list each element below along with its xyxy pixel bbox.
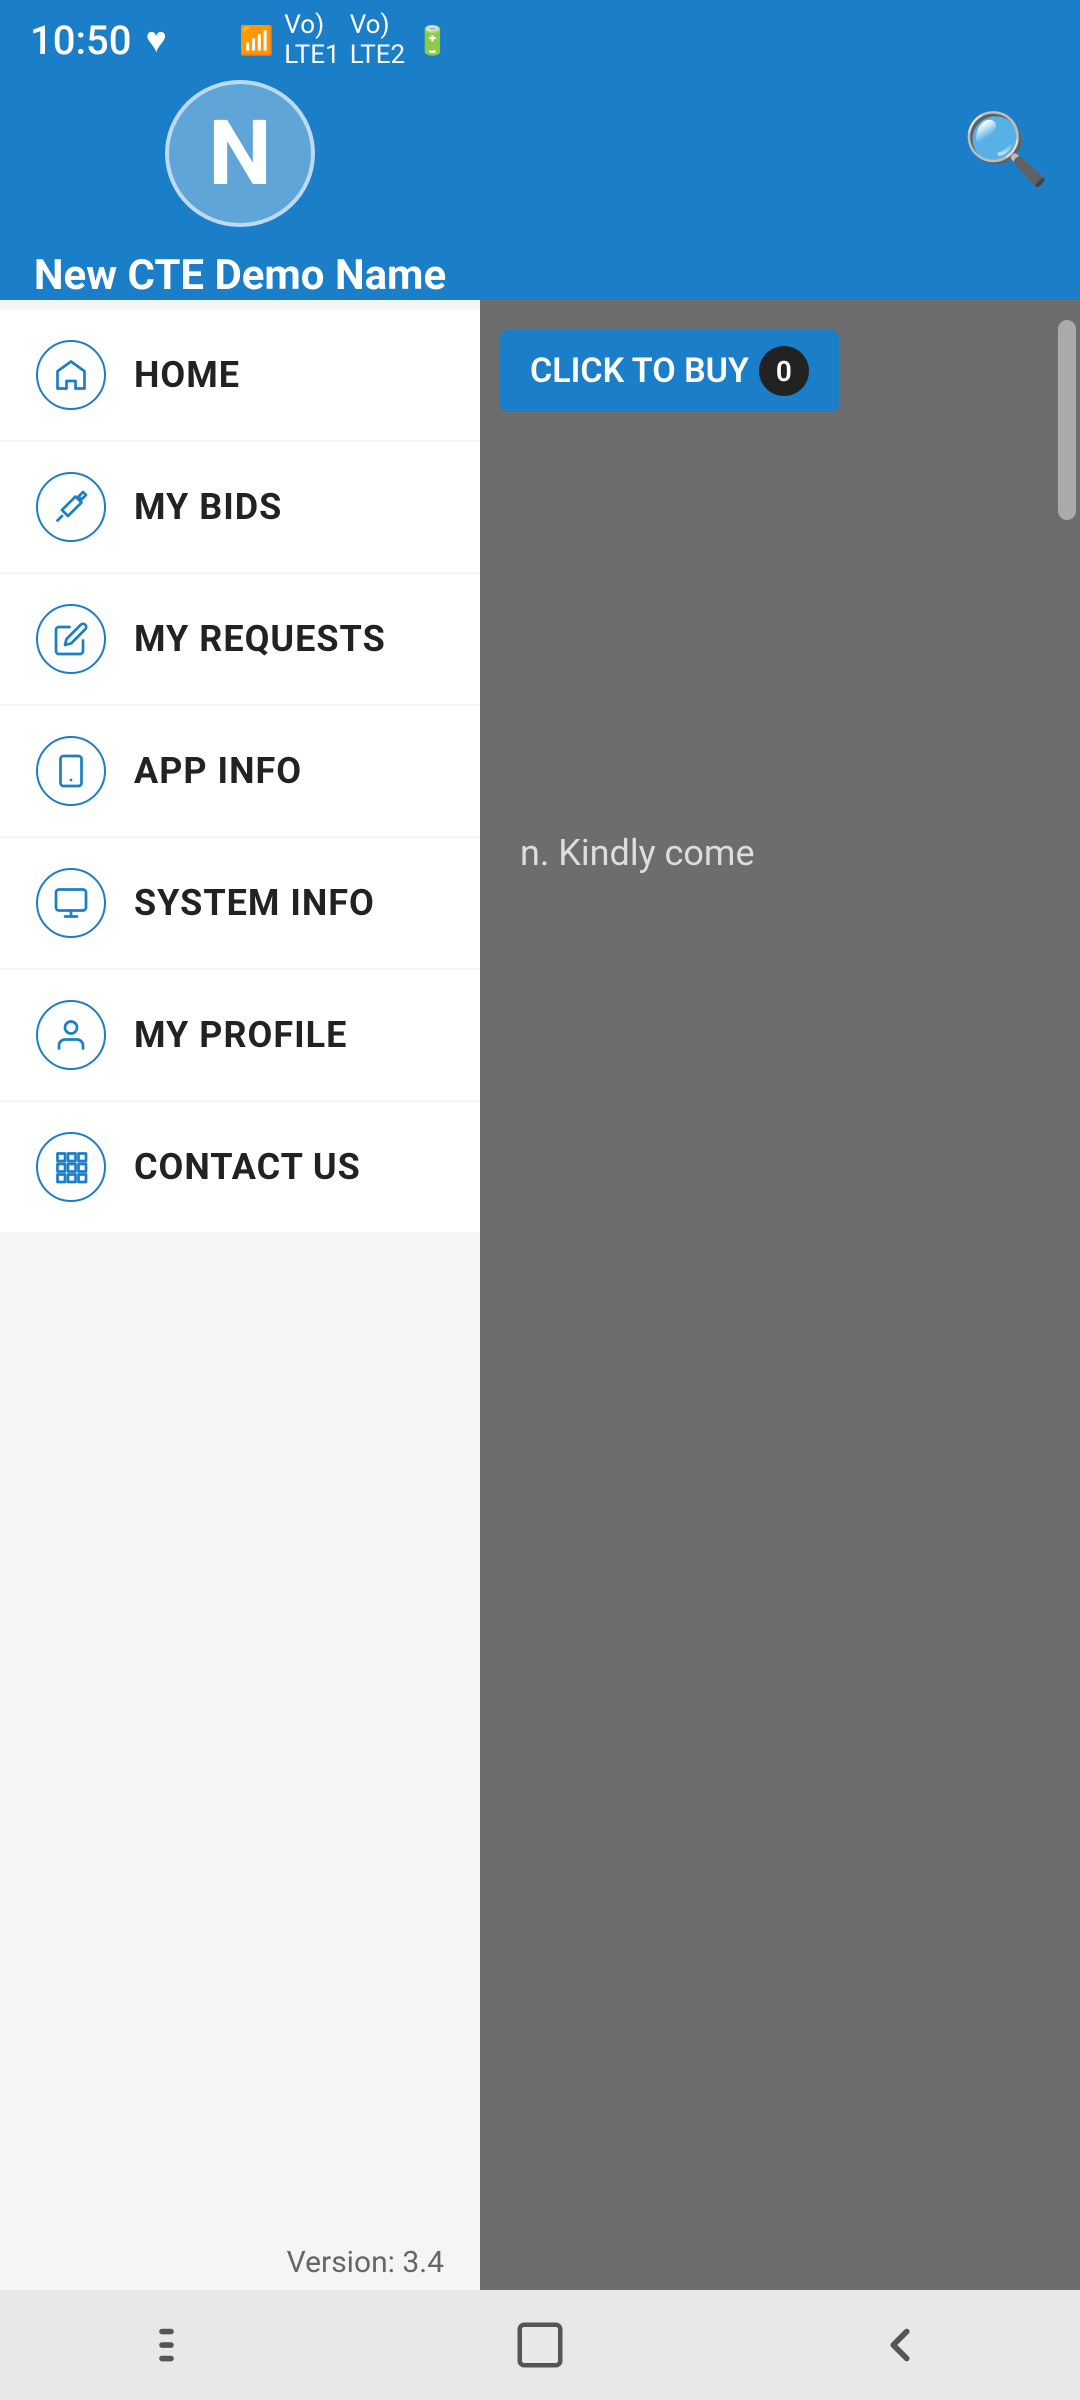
sidebar-item-my-profile[interactable]: MY PROFILE	[0, 970, 480, 1100]
grid-icon	[53, 1149, 89, 1185]
cart-badge: 0	[759, 346, 809, 396]
hammer-icon	[53, 489, 89, 525]
user-name: New CTE Demo Name	[34, 251, 446, 300]
contact-icon-circle	[36, 1132, 106, 1202]
menu-button[interactable]	[140, 2305, 220, 2385]
home-button[interactable]	[500, 2305, 580, 2385]
avatar: N	[165, 80, 315, 227]
sidebar-item-my-bids-label: MY BIDS	[134, 486, 282, 528]
sidebar-item-my-profile-label: MY PROFILE	[134, 1014, 347, 1056]
sidebar-item-contact-us-label: CONTACT US	[134, 1146, 361, 1188]
status-time: 10:50	[30, 17, 131, 64]
sidebar-item-app-info[interactable]: APP INFO	[0, 706, 480, 836]
version-text: Version: 3.4	[0, 2225, 480, 2300]
wifi-icon: 📶	[239, 24, 274, 57]
app-info-icon-circle	[36, 736, 106, 806]
status-bar-right: 📶 Vo)LTE1 Vo)LTE2 🔋	[239, 10, 450, 70]
person-icon-circle	[36, 1000, 106, 1070]
drawer-menu: HOME MY BIDS MY REQUESTS	[0, 300, 480, 2225]
sidebar-item-my-requests-label: MY REQUESTS	[134, 618, 386, 660]
sidebar-item-app-info-label: APP INFO	[134, 750, 302, 792]
search-icon[interactable]: 🔍	[963, 109, 1050, 191]
sidebar-item-home-label: HOME	[134, 354, 240, 396]
right-panel-header: 🔍	[480, 0, 1080, 300]
drawer: 10:50 ♥ 📶 Vo)LTE1 Vo)LTE2 🔋 N New CTE De…	[0, 0, 480, 2400]
sidebar-item-contact-us[interactable]: CONTACT US	[0, 1102, 480, 1232]
person-icon	[53, 1017, 89, 1053]
edit-icon	[53, 621, 89, 657]
sidebar-item-home[interactable]: HOME	[0, 310, 480, 440]
signal-icon: Vo)LTE1	[284, 10, 339, 70]
edit-icon-circle	[36, 604, 106, 674]
phone-icon	[53, 753, 89, 789]
status-bar: 10:50 ♥ 📶 Vo)LTE1 Vo)LTE2 🔋	[0, 0, 480, 80]
status-bar-left: 10:50 ♥	[30, 17, 167, 64]
monitor-icon	[53, 885, 89, 921]
avatar-letter: N	[208, 101, 272, 206]
sidebar-item-system-info[interactable]: SYSTEM INFO	[0, 838, 480, 968]
sidebar-item-my-requests[interactable]: MY REQUESTS	[0, 574, 480, 704]
right-panel-text: n. Kindly come	[500, 812, 1060, 894]
scrollbar[interactable]	[1058, 320, 1076, 520]
right-panel: 🔍 CLICK TO BUY 0 n. Kindly come	[480, 0, 1080, 2400]
click-to-buy-label: CLICK TO BUY	[530, 351, 749, 391]
back-button[interactable]	[860, 2305, 940, 2385]
battery-icon: 🔋	[415, 24, 450, 57]
bottom-nav	[0, 2290, 1080, 2400]
home-icon-circle	[36, 340, 106, 410]
signal2-icon: Vo)LTE2	[350, 10, 405, 70]
sidebar-item-my-bids[interactable]: MY BIDS	[0, 442, 480, 572]
right-panel-body: CLICK TO BUY 0 n. Kindly come	[480, 300, 1080, 914]
monitor-icon-circle	[36, 868, 106, 938]
sidebar-item-system-info-label: SYSTEM INFO	[134, 882, 375, 924]
hammer-icon-circle	[36, 472, 106, 542]
click-to-buy-button[interactable]: CLICK TO BUY 0	[500, 330, 839, 412]
home-icon	[53, 357, 89, 393]
heart-icon: ♥	[145, 19, 166, 61]
